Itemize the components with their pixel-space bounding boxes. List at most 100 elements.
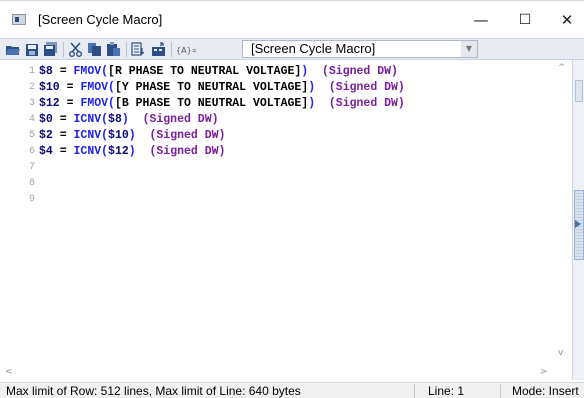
macro-select[interactable]: [Screen Cycle Macro] ▼ [242, 40, 478, 58]
line-number-gutter: 1 2 3 4 5 6 7 8 9 [0, 60, 38, 366]
code-token: (Signed DW) [149, 129, 226, 142]
code-token: ) [121, 113, 129, 126]
code-token: ICNV [73, 145, 102, 158]
code-token: = [52, 65, 74, 78]
code-token: ICNV [73, 113, 102, 126]
maximize-button[interactable]: ☐ [506, 7, 544, 33]
code-token: ( [101, 65, 109, 78]
code-token: FMOV [80, 81, 109, 94]
line-number: 3 [28, 98, 35, 109]
address-icon[interactable]: {A}= [175, 41, 197, 58]
line-number: 6 [28, 146, 35, 157]
line-number: 1 [28, 66, 35, 77]
code-token: [B PHASE TO NEUTRAL VOLTAGE] [114, 97, 309, 110]
app-icon [12, 14, 26, 25]
code-token: ( [101, 113, 109, 126]
status-limits: Max limit of Row: 512 lines, Max limit o… [6, 384, 301, 398]
line-number: 7 [28, 162, 35, 173]
code-token: ) [128, 129, 136, 142]
code-token: = [52, 113, 74, 126]
side-panel-strip [572, 60, 584, 380]
code-token: = [59, 81, 81, 94]
scroll-down-icon[interactable]: v [558, 348, 563, 358]
code-token: (Signed DW) [149, 145, 226, 158]
code-token: [R PHASE TO NEUTRAL VOLTAGE] [108, 65, 302, 78]
code-token: $10 [39, 81, 60, 94]
code-token: $0 [39, 113, 53, 126]
toolbar-divider [171, 42, 172, 57]
code-editor[interactable]: 123456789 $8 = FMOV([R PHASE TO NEUTRAL … [0, 60, 572, 380]
horizontal-scrollbar[interactable]: < > [0, 366, 553, 380]
line-number: 8 [28, 178, 35, 189]
paste-icon[interactable] [105, 41, 122, 58]
status-line: Line: 1 [428, 384, 465, 398]
status-bar: Max limit of Row: 512 lines, Max limit o… [0, 382, 584, 398]
side-panel-tab[interactable] [575, 80, 583, 102]
status-divider [500, 384, 501, 398]
code-token: ( [101, 129, 109, 142]
code-line[interactable]: $4 = ICNV($12) (Signed DW) [39, 144, 225, 160]
scroll-left-icon[interactable]: < [5, 367, 13, 377]
code-token: ( [108, 81, 115, 94]
toolbar: {A}= [Screen Cycle Macro] ▼ [0, 38, 584, 60]
code-token: $4 [39, 145, 53, 158]
code-line[interactable]: $0 = ICNV($8) (Signed DW) [39, 112, 219, 128]
code-token: (Signed DW) [142, 113, 219, 126]
vertical-scrollbar[interactable]: ^ v [553, 60, 572, 366]
code-token: $12 [108, 145, 129, 158]
code-line[interactable]: $12 = FMOV([B PHASE TO NEUTRAL VOLTAGE])… [39, 96, 405, 112]
code-token: $8 [39, 65, 53, 78]
code-line[interactable]: $8 = FMOV([R PHASE TO NEUTRAL VOLTAGE]) … [39, 64, 398, 80]
line-number: 4 [28, 114, 35, 125]
chevron-down-icon[interactable]: ▼ [461, 41, 477, 57]
code-token: (Signed DW) [328, 81, 405, 94]
code-token: $10 [108, 129, 129, 142]
code-token: ) [128, 145, 136, 158]
code-line[interactable]: $2 = ICNV($10) (Signed DW) [39, 128, 225, 144]
scroll-right-icon[interactable]: > [540, 367, 548, 377]
splitter-arrow-icon[interactable] [575, 220, 581, 228]
line-number: 2 [28, 82, 35, 93]
device-icon[interactable] [150, 41, 167, 58]
code-token: (Signed DW) [322, 65, 398, 78]
copy-icon[interactable] [86, 41, 103, 58]
toolbar-divider [63, 42, 64, 57]
code-token: ICNV [73, 129, 102, 142]
code-token: (Signed DW) [328, 97, 405, 110]
code-token: ( [108, 97, 115, 110]
line-number: 9 [28, 194, 35, 205]
code-token: FMOV [73, 65, 102, 78]
minimize-button[interactable]: — [462, 7, 500, 33]
code-token: = [59, 97, 81, 110]
save-icon[interactable] [23, 41, 40, 58]
code-token: $8 [108, 113, 122, 126]
line-number: 5 [28, 130, 35, 141]
svg-text:{A}=: {A}= [176, 46, 196, 55]
code-token: ( [101, 145, 109, 158]
insert-icon[interactable] [130, 41, 147, 58]
scroll-up-icon[interactable]: ^ [558, 63, 566, 73]
open-folder-icon[interactable] [4, 41, 21, 58]
code-token: FMOV [80, 97, 109, 110]
window-title: [Screen Cycle Macro] [38, 12, 163, 27]
status-divider [414, 384, 415, 398]
title-bar: [Screen Cycle Macro] — ☐ ✕ [0, 0, 584, 38]
toolbar-divider [126, 42, 127, 57]
code-token: = [52, 145, 74, 158]
close-button[interactable]: ✕ [548, 7, 584, 33]
macro-select-value: [Screen Cycle Macro] [251, 41, 376, 56]
status-mode: Mode: Insert [512, 384, 579, 398]
code-line[interactable]: $10 = FMOV([Y PHASE TO NEUTRAL VOLTAGE])… [39, 80, 405, 96]
save-all-icon[interactable] [42, 41, 59, 58]
code-token: = [52, 129, 74, 142]
code-token: $12 [39, 97, 60, 110]
cut-icon[interactable] [67, 41, 84, 58]
code-token: [Y PHASE TO NEUTRAL VOLTAGE] [114, 81, 309, 94]
code-token: $2 [39, 129, 53, 142]
